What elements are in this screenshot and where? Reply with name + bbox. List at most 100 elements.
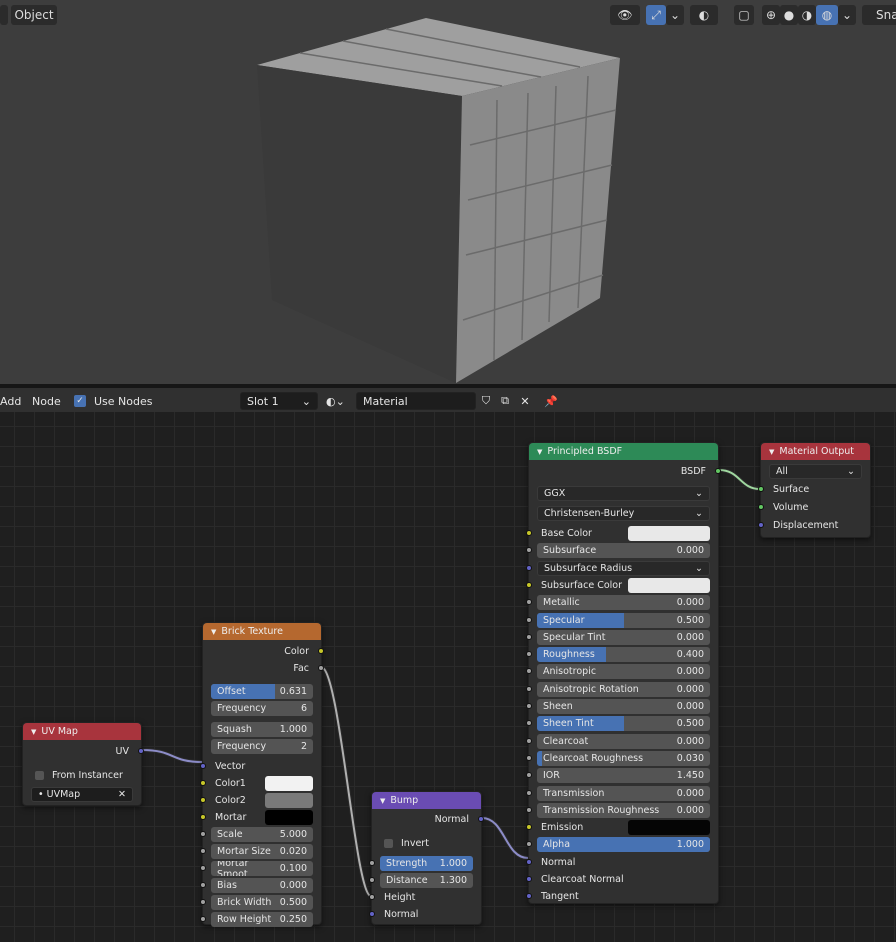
collapse-icon[interactable]: ▼ [211,628,216,636]
bsdf-anisotropic-slider[interactable]: Anisotropic 0.000 [537,664,710,680]
color2-swatch[interactable] [265,793,313,808]
from-instancer-checkbox[interactable] [35,771,44,780]
bsdf-transmission-roughness-socket[interactable] [526,806,532,813]
target-dropdown[interactable]: All ⌄ [769,464,862,479]
fake-user-shield-icon[interactable]: ⛉ [478,392,494,410]
uvmap-field[interactable]: • UVMap ✕ [31,787,133,802]
bsdf-transmission-socket[interactable] [526,789,532,796]
frequency2-field[interactable]: Frequency 2 [211,739,313,754]
bsdf-transmission-roughness-slider[interactable]: Transmission Roughness 0.000 [537,802,710,818]
material-output-node[interactable]: ▼ Material Output All ⌄ Surface Volume Dis… [758,442,871,538]
bump-node[interactable]: ▼ Bump Normal Invert Strength 1.000 Distan… [369,791,484,925]
bsdf-specular-tint-socket[interactable] [526,633,532,640]
uv-output-socket[interactable] [138,748,144,754]
volume-input-socket[interactable] [758,504,764,510]
bsdf-alpha-slider[interactable]: Alpha 1.000 [537,837,710,853]
brick-width-socket[interactable] [200,899,206,905]
scale-socket[interactable] [200,831,206,837]
uv-map-header[interactable]: ▼ UV Map [23,723,141,740]
frequency1-field[interactable]: Frequency 6 [211,701,313,716]
bsdf-anisotropic-rotation-slider[interactable]: Anisotropic Rotation 0.000 [537,681,710,697]
unlink-close-icon[interactable]: ✕ [516,392,534,410]
use-nodes-checkbox[interactable]: ✓ Use Nodes [74,392,153,410]
collapse-icon[interactable]: ▼ [769,448,774,456]
height-input-socket[interactable] [369,894,375,900]
squash-field[interactable]: Squash 1.000 [211,722,313,737]
3d-viewport[interactable]: Object 👁 ⤢ ⌄ ◐ ▢ ⊕ ● ◑ ◍ ⌄ Sna [0,0,896,384]
brick-texture-node[interactable]: ▼ Brick Texture Color Fac Offset 0.631 Fre… [200,622,324,927]
material-name-field[interactable]: Material [356,392,476,410]
bsdf-output-socket[interactable] [715,468,721,474]
mortar-size-socket[interactable] [200,848,206,854]
surface-input-socket[interactable] [758,486,764,492]
distance-socket[interactable] [369,877,375,883]
bsdf-normal-socket[interactable] [526,858,532,865]
bsdf-subsurface-color-swatch[interactable] [628,577,710,593]
distribution-dropdown[interactable]: GGX ⌄ [537,486,710,501]
scale-field[interactable]: Scale 5.000 [211,827,313,842]
bsdf-transmission-slider[interactable]: Transmission 0.000 [537,785,710,801]
color-output-socket[interactable] [318,648,324,654]
uv-map-node[interactable]: ▼ UV Map UV From Instancer • UVMap ✕ [22,722,144,806]
row-height-field[interactable]: Row Height 0.250 [211,912,313,927]
row-height-socket[interactable] [200,916,206,922]
bump-normal-output-socket[interactable] [478,816,484,822]
bsdf-subsurface-socket[interactable] [526,547,532,554]
pin-icon[interactable]: 📌 [542,392,560,410]
bump-normal-input-socket[interactable] [369,911,375,917]
from-instancer-row[interactable]: From Instancer [23,767,141,784]
brick-texture-header[interactable]: ▼ Brick Texture [203,623,321,640]
bsdf-tangent-socket[interactable] [526,893,532,900]
bsdf-clearcoat-normal-socket[interactable] [526,876,532,882]
mortar-smooth-field[interactable]: Mortar Smoot 0.100 [211,861,313,876]
principled-bsdf-header[interactable]: ▼ Principled BSDF [529,443,718,460]
bsdf-alpha-socket[interactable] [526,841,532,848]
bsdf-ior-slider[interactable]: IOR 1.450 [537,768,710,784]
collapse-icon[interactable]: ▼ [537,448,542,456]
offset-slider[interactable]: Offset 0.631 [211,684,313,699]
collapse-icon[interactable]: ▼ [31,728,36,736]
bias-field[interactable]: Bias 0.000 [211,878,313,893]
mortar-swatch[interactable] [265,810,313,825]
material-output-header[interactable]: ▼ Material Output [761,443,870,460]
bsdf-clearcoat-roughness-slider[interactable]: Clearcoat Roughness 0.030 [537,750,710,766]
mortar-size-field[interactable]: Mortar Size 0.020 [211,844,313,859]
color2-socket[interactable] [200,797,206,803]
strength-socket[interactable] [369,860,375,866]
bsdf-subsurface-color-socket[interactable] [526,581,532,588]
bsdf-sheen-slider[interactable]: Sheen 0.000 [537,699,710,714]
bsdf-metallic-socket[interactable] [526,599,532,606]
brick-width-field[interactable]: Brick Width 0.500 [211,895,313,910]
invert-row[interactable]: Invert [372,835,481,852]
duplicate-material-icon[interactable]: ⧉ [496,392,514,410]
fac-output-socket[interactable] [318,665,324,671]
bsdf-sheen-socket[interactable] [526,703,532,709]
bsdf-anisotropic-socket[interactable] [526,668,532,675]
mortar-socket[interactable] [200,814,206,820]
bsdf-clearcoat-socket[interactable] [526,737,532,744]
bsdf-sheen-tint-socket[interactable] [526,720,532,727]
bsdf-clearcoat-slider[interactable]: Clearcoat 0.000 [537,733,710,749]
node-editor-canvas[interactable]: ▼ UV Map UV From Instancer • UVMap ✕ ▼ Bric… [0,412,896,942]
distance-field[interactable]: Distance 1.300 [380,873,473,888]
bsdf-clearcoat-roughness-socket[interactable] [526,754,532,761]
bsdf-ior-socket[interactable] [526,772,532,779]
bsdf-subsurface-radius-socket[interactable] [526,564,532,571]
bsdf-subsurface-slider[interactable]: Subsurface 0.000 [537,543,710,559]
bsdf-specular-slider[interactable]: Specular 0.500 [537,612,710,628]
bsdf-specular-tint-slider[interactable]: Specular Tint 0.000 [537,629,710,645]
slot-dropdown[interactable]: Slot 1 ⌄ [240,392,318,410]
bump-header[interactable]: ▼ Bump [372,792,481,809]
principled-bsdf-node[interactable]: ▼ Principled BSDF BSDF GGX ⌄ Christensen-B… [526,442,721,904]
material-browse-icon[interactable]: ◐⌄ [326,392,354,410]
bsdf-emission-socket[interactable] [526,824,532,831]
node-menu[interactable]: Node [32,392,61,410]
bsdf-base-color-socket[interactable] [526,530,532,536]
clear-close-icon[interactable]: ✕ [118,789,126,800]
collapse-icon[interactable]: ▼ [380,797,385,805]
bsdf-anisotropic-rotation-socket[interactable] [526,685,532,692]
strength-slider[interactable]: Strength 1.000 [380,856,473,871]
invert-checkbox[interactable] [384,839,393,848]
color1-socket[interactable] [200,780,206,786]
bsdf-subsurface-radius-dropdown[interactable]: Subsurface Radius ⌄ [537,560,710,576]
